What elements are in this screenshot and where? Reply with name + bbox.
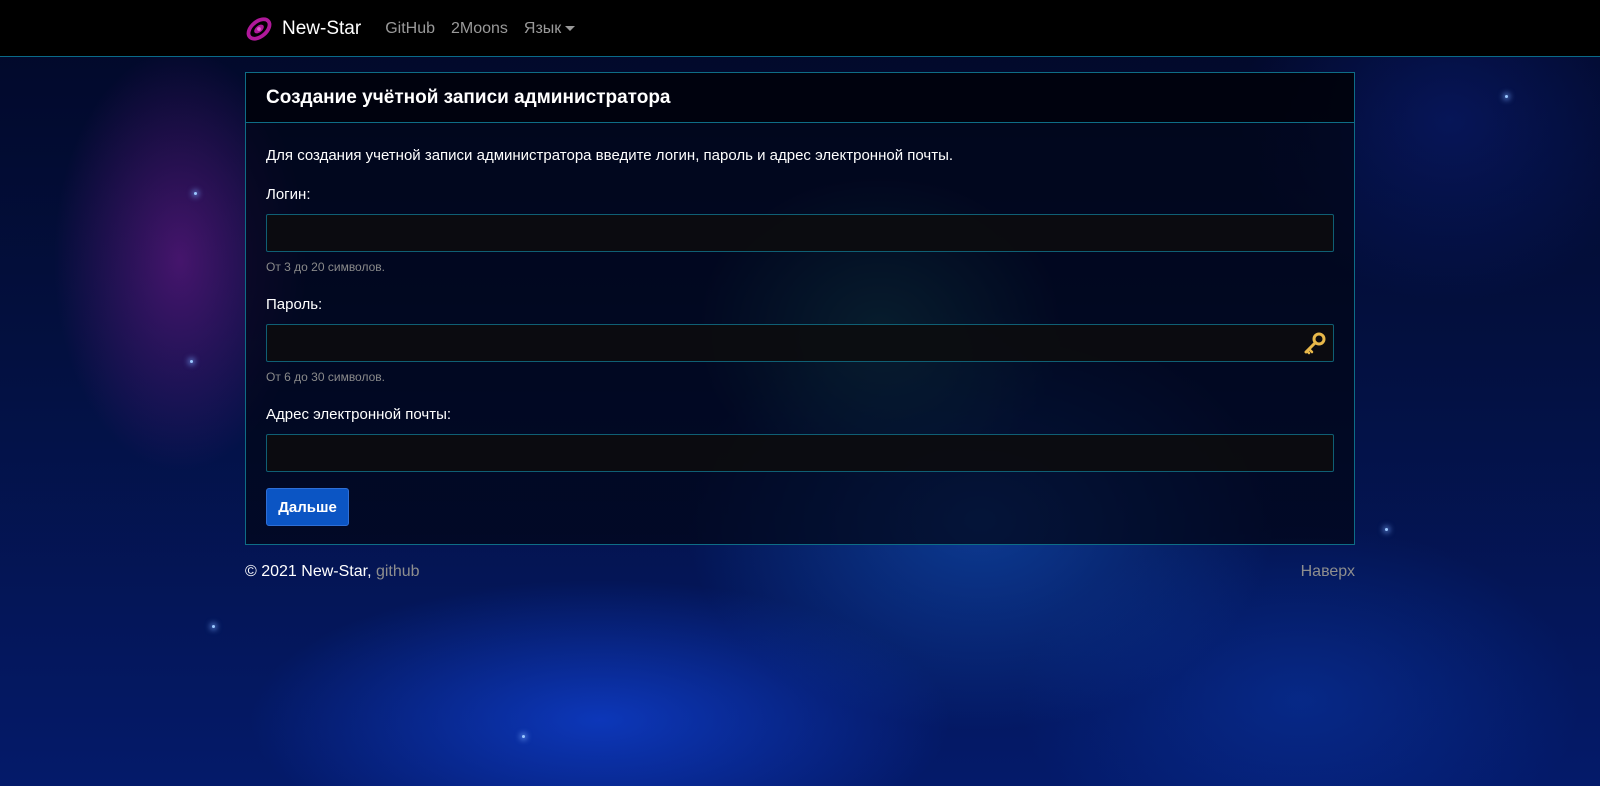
star-decoration bbox=[1505, 95, 1508, 98]
email-input[interactable] bbox=[266, 434, 1334, 472]
top-navbar: New-Star GitHub 2Moons Язык bbox=[0, 0, 1600, 57]
star-decoration bbox=[522, 735, 525, 738]
brand-link[interactable]: New-Star bbox=[244, 14, 361, 44]
back-to-top-link[interactable]: Наверх bbox=[1301, 563, 1355, 581]
copyright-text: © 2021 New-Star, bbox=[245, 563, 372, 580]
star-decoration bbox=[1385, 528, 1388, 531]
password-label: Пароль: bbox=[266, 296, 323, 313]
key-icon[interactable] bbox=[1302, 330, 1328, 356]
star-decoration bbox=[190, 360, 193, 363]
password-input[interactable] bbox=[266, 324, 1334, 362]
next-button[interactable]: Дальше bbox=[266, 488, 349, 526]
nav-link-2moons[interactable]: 2Moons bbox=[451, 20, 508, 38]
brand-name: New-Star bbox=[282, 17, 362, 39]
admin-setup-card: Создание учётной записи администратора Д… bbox=[245, 72, 1355, 545]
login-hint: От 3 до 20 символов. bbox=[266, 260, 385, 274]
caret-down-icon bbox=[565, 25, 576, 31]
email-label: Адрес электронной почты: bbox=[266, 406, 452, 423]
login-label: Логин: bbox=[266, 186, 311, 203]
language-label: Язык bbox=[523, 19, 562, 37]
star-decoration bbox=[194, 192, 197, 195]
intro-text: Для создания учетной записи администрато… bbox=[266, 147, 954, 164]
language-dropdown[interactable]: Язык bbox=[523, 19, 576, 38]
nav-link-github[interactable]: GitHub bbox=[385, 20, 435, 38]
footer-github-link[interactable]: github bbox=[376, 563, 420, 580]
footer: © 2021 New-Star, github Наверх bbox=[245, 563, 1355, 581]
login-input[interactable] bbox=[266, 214, 1334, 252]
star-decoration bbox=[212, 625, 215, 628]
card-title: Создание учётной записи администратора bbox=[246, 73, 1354, 123]
password-hint: От 6 до 30 символов. bbox=[266, 370, 385, 384]
galaxy-logo-icon bbox=[246, 16, 272, 41]
